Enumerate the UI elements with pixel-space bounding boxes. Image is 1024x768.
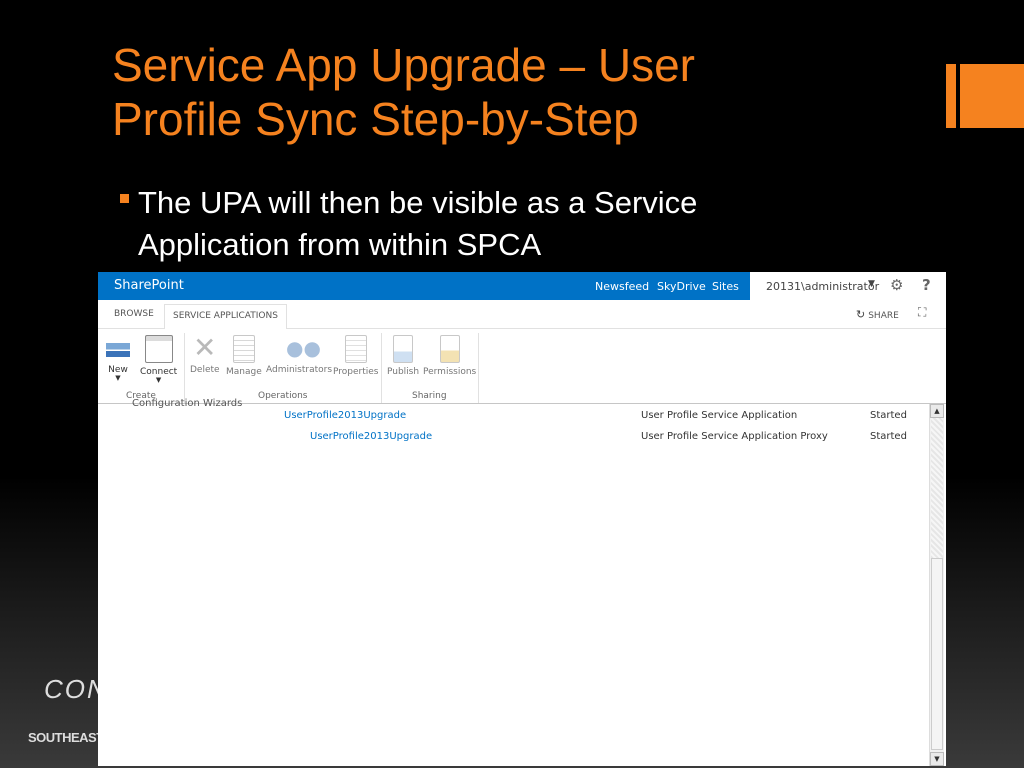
nav-skydrive[interactable]: SkyDrive	[657, 280, 706, 293]
service-applications-list: Configuration Wizards UserProfile2013Upg…	[98, 398, 946, 766]
administrators-button[interactable]: ●● Administrators	[266, 335, 332, 375]
publish-icon	[393, 335, 414, 363]
administrators-icon: ●●	[286, 336, 321, 360]
slide-title-line2: Profile Sync Step-by-Step	[112, 93, 639, 145]
share-icon: ↻	[856, 308, 866, 321]
connect-button[interactable]: Connect ▼	[140, 335, 177, 384]
properties-icon	[344, 335, 367, 363]
focus-content-icon[interactable]: ⛶	[918, 305, 926, 320]
group-label-operations: Operations	[258, 391, 308, 401]
scroll-track[interactable]	[931, 418, 943, 558]
delete-button[interactable]: ✕ Delete	[190, 331, 220, 376]
share-button[interactable]: ↻ SHARE	[856, 308, 899, 321]
slide-title: Service App Upgrade – User Profile Sync …	[112, 38, 812, 146]
accent-mark	[946, 64, 1024, 128]
scroll-thumb[interactable]	[931, 558, 943, 750]
delete-icon: ✕	[193, 331, 217, 364]
permissions-label: Permissions	[423, 367, 477, 377]
sharepoint-screenshot: SharePoint Newsfeed SkyDrive Sites 20131…	[98, 272, 946, 766]
sharepoint-brand[interactable]: SharePoint	[114, 278, 184, 293]
connect-icon	[144, 335, 173, 363]
properties-button[interactable]: Properties	[333, 335, 378, 377]
ribbon: New ▼ Connect ▼ Create ✕ Delete Manage ●…	[98, 329, 946, 404]
bullet-text: The UPA will then be visible as a Servic…	[138, 185, 698, 262]
chevron-down-icon: ▼	[115, 374, 121, 382]
gear-icon[interactable]: ⚙	[890, 276, 903, 294]
scroll-down-icon[interactable]: ▼	[930, 752, 944, 766]
new-button[interactable]: New ▼	[106, 335, 130, 382]
publish-label: Publish	[387, 367, 420, 377]
user-menu[interactable]: 20131\administrator	[766, 280, 879, 293]
service-app-name-link[interactable]: UserProfile2013Upgrade	[284, 410, 406, 421]
configuration-wizards-link[interactable]: Configuration Wizards	[132, 398, 242, 409]
vertical-scrollbar[interactable]: ▲ ▼	[929, 404, 944, 766]
permissions-icon	[439, 335, 460, 363]
chevron-down-icon: ▼	[155, 376, 162, 384]
new-icon	[106, 335, 130, 361]
manage-icon	[232, 335, 255, 363]
ribbon-divider	[381, 333, 382, 403]
manage-button[interactable]: Manage	[226, 335, 262, 377]
ribbon-divider	[478, 333, 479, 403]
delete-label: Delete	[190, 365, 220, 375]
properties-label: Properties	[333, 367, 379, 377]
slide-title-line1: Service App Upgrade – User	[112, 39, 695, 91]
table-row[interactable]: UserProfile2013Upgrade User Profile Serv…	[98, 431, 928, 451]
service-app-status: Started	[870, 431, 907, 442]
service-app-type: User Profile Service Application Proxy	[641, 431, 828, 442]
chevron-down-icon[interactable]: ▼	[868, 279, 875, 289]
table-row[interactable]: UserProfile2013Upgrade User Profile Serv…	[98, 410, 928, 430]
permissions-button[interactable]: Permissions	[423, 335, 476, 377]
administrators-label: Administrators	[266, 365, 333, 375]
accent-bar-block	[960, 64, 1024, 128]
service-app-type: User Profile Service Application	[641, 410, 798, 421]
service-app-name-link[interactable]: UserProfile2013Upgrade	[310, 431, 432, 442]
service-app-status: Started	[870, 410, 907, 421]
bullet-marker-icon	[120, 194, 129, 203]
publish-button[interactable]: Publish	[387, 335, 419, 377]
manage-label: Manage	[226, 367, 262, 377]
share-label: SHARE	[868, 311, 899, 321]
help-button[interactable]: ?	[922, 276, 931, 294]
nav-sites[interactable]: Sites	[712, 280, 739, 293]
tab-browse[interactable]: BROWSE	[106, 300, 162, 327]
ribbon-divider	[184, 333, 185, 403]
footer-sub: SOUTHEAST	[28, 730, 104, 745]
user-area: 20131\administrator ▼ ⚙ ?	[750, 272, 946, 300]
accent-bar-thin	[946, 64, 956, 128]
scroll-up-icon[interactable]: ▲	[930, 404, 944, 418]
suite-bar: SharePoint Newsfeed SkyDrive Sites 20131…	[98, 272, 946, 300]
bullet-point: The UPA will then be visible as a Servic…	[120, 182, 800, 266]
nav-newsfeed[interactable]: Newsfeed	[595, 280, 649, 293]
ribbon-tabs: BROWSE SERVICE APPLICATIONS ↻ SHARE ⛶	[98, 300, 946, 333]
group-label-sharing: Sharing	[412, 391, 447, 401]
